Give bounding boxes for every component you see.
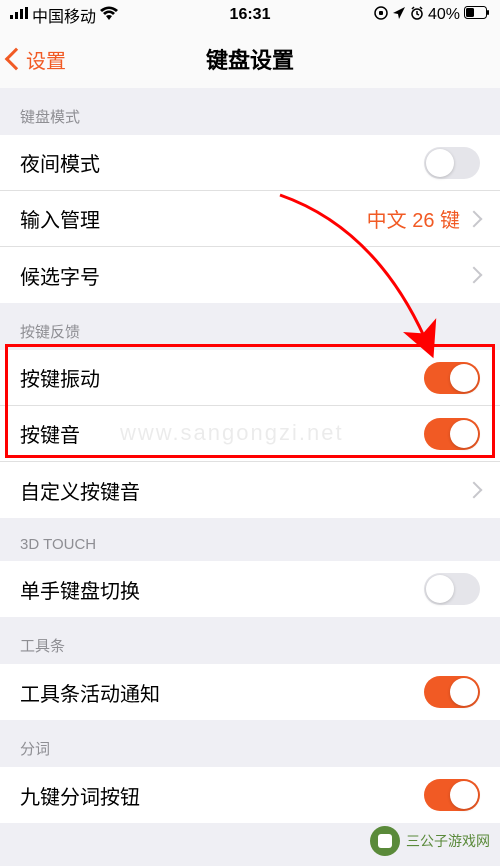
section-header-mode: 键盘模式 xyxy=(0,88,500,135)
chevron-right-icon xyxy=(466,210,483,227)
watermark-logo-icon xyxy=(370,826,400,856)
group-toolbar: 工具条活动通知 xyxy=(0,664,500,720)
group-segment: 九键分词按钮 xyxy=(0,767,500,823)
row-label: 按键振动 xyxy=(20,363,424,392)
watermark: 三公子游戏网 xyxy=(370,826,490,856)
row-key-sound[interactable]: 按键音 xyxy=(0,406,500,462)
group-3dtouch: 单手键盘切换 xyxy=(0,561,500,617)
location-icon xyxy=(392,6,406,25)
page-title: 键盘设置 xyxy=(206,43,294,75)
toggle-key-sound[interactable] xyxy=(424,418,480,450)
signal-icon xyxy=(10,6,28,24)
row-custom-key-sound[interactable]: 自定义按键音 xyxy=(0,462,500,518)
row-candidate-size[interactable]: 候选字号 xyxy=(0,247,500,303)
toggle-toolbar-notification[interactable] xyxy=(424,676,480,708)
row-toolbar-notification[interactable]: 工具条活动通知 xyxy=(0,664,500,720)
rotation-lock-icon xyxy=(374,6,388,25)
battery-icon xyxy=(464,6,490,24)
chevron-left-icon xyxy=(5,48,28,71)
group-feedback: 按键振动 按键音 自定义按键音 xyxy=(0,350,500,518)
row-nine-segment[interactable]: 九键分词按钮 xyxy=(0,767,500,823)
watermark-text: 三公子游戏网 xyxy=(406,831,490,851)
section-header-feedback: 按键反馈 xyxy=(0,303,500,350)
toggle-night-mode[interactable] xyxy=(424,147,480,179)
row-key-vibration[interactable]: 按键振动 xyxy=(0,350,500,406)
chevron-right-icon xyxy=(466,267,483,284)
battery-text: 40% xyxy=(428,6,460,24)
section-header-toolbar: 工具条 xyxy=(0,617,500,664)
status-right: 40% xyxy=(374,6,490,25)
row-label: 按键音 xyxy=(20,419,424,448)
row-label: 候选字号 xyxy=(20,261,468,290)
toggle-key-vibration[interactable] xyxy=(424,362,480,394)
row-input-management[interactable]: 输入管理 中文 26 键 xyxy=(0,191,500,247)
row-label: 单手键盘切换 xyxy=(20,575,424,604)
toggle-nine-segment[interactable] xyxy=(424,779,480,811)
row-label: 夜间模式 xyxy=(20,148,424,177)
status-bar: 中国移动 16:31 40% xyxy=(0,0,500,30)
wifi-icon xyxy=(100,6,118,25)
section-header-3dtouch: 3D TOUCH xyxy=(0,518,500,561)
section-header-segment: 分词 xyxy=(0,720,500,767)
row-onehand-keyboard[interactable]: 单手键盘切换 xyxy=(0,561,500,617)
carrier-text: 中国移动 xyxy=(32,3,96,27)
row-label: 输入管理 xyxy=(20,204,367,233)
status-time: 16:31 xyxy=(230,6,271,24)
back-label: 设置 xyxy=(26,45,66,74)
group-mode: 夜间模式 输入管理 中文 26 键 候选字号 xyxy=(0,135,500,303)
row-label: 九键分词按钮 xyxy=(20,781,424,810)
row-label: 自定义按键音 xyxy=(20,476,468,505)
row-value: 中文 26 键 xyxy=(367,204,460,233)
chevron-right-icon xyxy=(466,482,483,499)
status-left: 中国移动 xyxy=(10,3,118,27)
alarm-icon xyxy=(410,6,424,25)
nav-bar: 设置 键盘设置 xyxy=(0,30,500,88)
row-night-mode[interactable]: 夜间模式 xyxy=(0,135,500,191)
back-button[interactable]: 设置 xyxy=(8,45,66,74)
toggle-onehand[interactable] xyxy=(424,573,480,605)
row-label: 工具条活动通知 xyxy=(20,678,424,707)
